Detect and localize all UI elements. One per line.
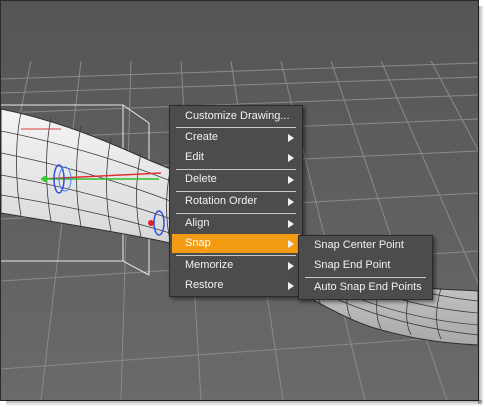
window-shadow <box>6 400 482 406</box>
menu-item-align[interactable]: Align <box>172 214 300 233</box>
submenu-arrow-icon <box>288 282 294 290</box>
menu-item-restore[interactable]: Restore <box>172 276 300 295</box>
menu-item-label: Restore <box>185 279 224 291</box>
menu-item-label: Snap End Point <box>314 259 391 271</box>
menu-item-label: Delete <box>185 173 217 185</box>
menu-item-label: Rotation Order <box>185 195 258 207</box>
menu-item-label: Auto Snap End Points <box>314 281 422 293</box>
menu-item-snap-center-point[interactable]: Snap Center Point <box>301 236 430 255</box>
context-menu: Customize Drawing... Create Edit Delete … <box>169 105 303 297</box>
submenu-arrow-icon <box>288 262 294 270</box>
menu-item-label: Memorize <box>185 259 234 271</box>
submenu-arrow-icon <box>288 198 294 206</box>
menu-item-snap[interactable]: Snap <box>172 234 300 253</box>
menu-item-snap-end-point[interactable]: Snap End Point <box>301 256 430 275</box>
menu-item-memorize[interactable]: Memorize <box>172 256 300 275</box>
submenu-arrow-icon <box>288 240 294 248</box>
menu-item-create[interactable]: Create <box>172 128 300 147</box>
window-shadow <box>478 6 484 404</box>
menu-item-label: Align <box>185 217 210 229</box>
menu-item-customize-drawing[interactable]: Customize Drawing... <box>172 107 300 126</box>
menu-item-auto-snap-end-points[interactable]: Auto Snap End Points <box>301 278 430 297</box>
menu-item-edit[interactable]: Edit <box>172 148 300 167</box>
snap-submenu: Snap Center Point Snap End Point Auto Sn… <box>298 235 433 300</box>
submenu-arrow-icon <box>288 176 294 184</box>
3d-viewport[interactable]: Customize Drawing... Create Edit Delete … <box>0 0 479 401</box>
menu-item-label: Create <box>185 131 219 143</box>
menu-item-delete[interactable]: Delete <box>172 170 300 189</box>
submenu-arrow-icon <box>288 154 294 162</box>
menu-item-label: Edit <box>185 151 204 163</box>
submenu-arrow-icon <box>288 134 294 142</box>
menu-item-label: Snap <box>185 237 211 249</box>
menu-item-rotation-order[interactable]: Rotation Order <box>172 192 300 211</box>
submenu-arrow-icon <box>288 220 294 228</box>
menu-item-label: Customize Drawing... <box>185 110 290 122</box>
menu-item-label: Snap Center Point <box>314 239 404 251</box>
